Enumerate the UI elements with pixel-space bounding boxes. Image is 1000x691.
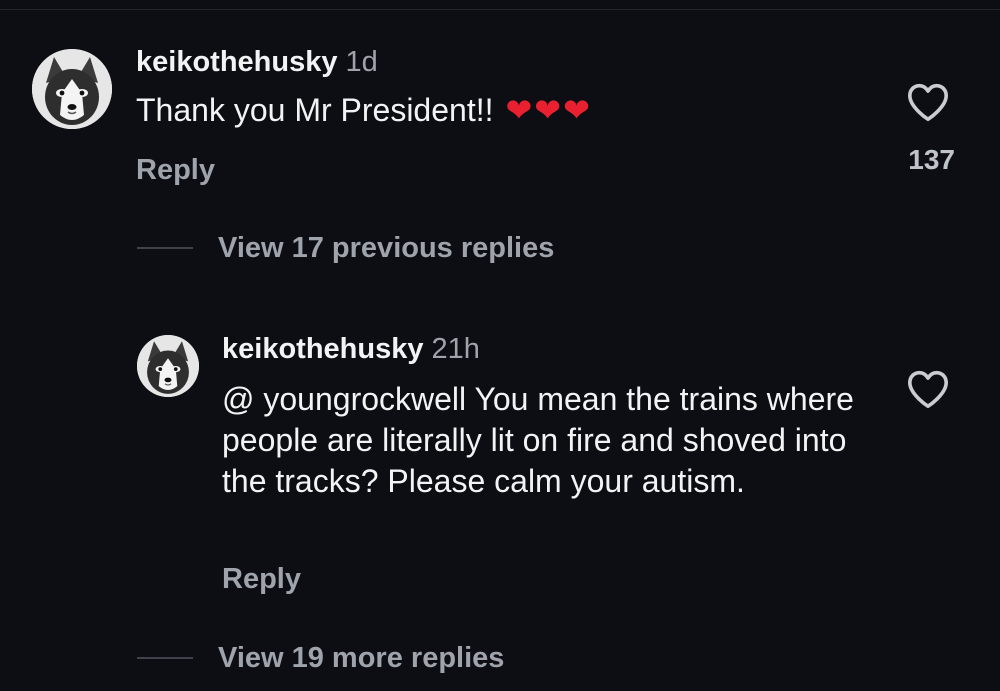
view-more-replies-label: View 19 more replies [218,641,505,674]
comment-timestamp: 1d [345,46,378,78]
comment-username[interactable]: keikothehusky 1d [136,46,378,79]
username-text[interactable]: keikothehusky [222,333,423,365]
view-previous-replies-label: View 17 previous replies [218,231,555,264]
husky-avatar-icon [137,335,199,397]
reply-username[interactable]: keikothehusky 21h [222,333,480,366]
view-previous-replies-button[interactable]: View 17 previous replies [137,231,555,264]
view-more-replies-button[interactable]: View 19 more replies [137,641,505,674]
thread-line [137,657,193,659]
heart-outline-icon [907,83,948,122]
heart-outline-icon [907,370,948,409]
like-button[interactable] [906,82,950,122]
comment-text: Thank you Mr President!! [136,92,494,128]
reply-timestamp: 21h [431,333,480,365]
like-count: 137 [908,144,955,175]
thread-line [137,247,193,249]
reply-body: @ youngrockwell You mean the trains wher… [222,381,854,499]
husky-avatar-icon [32,49,112,129]
reply-button[interactable]: Reply [222,563,301,596]
heart-emojis: ❤❤❤ [505,92,592,128]
top-divider [0,9,1000,10]
reply-avatar[interactable] [137,335,199,397]
comment-body: Thank you Mr President!! ❤❤❤ [136,90,592,131]
like-button[interactable] [906,369,950,409]
reply-button[interactable]: Reply [136,154,215,187]
avatar[interactable] [32,49,112,129]
username-text[interactable]: keikothehusky [136,46,337,78]
